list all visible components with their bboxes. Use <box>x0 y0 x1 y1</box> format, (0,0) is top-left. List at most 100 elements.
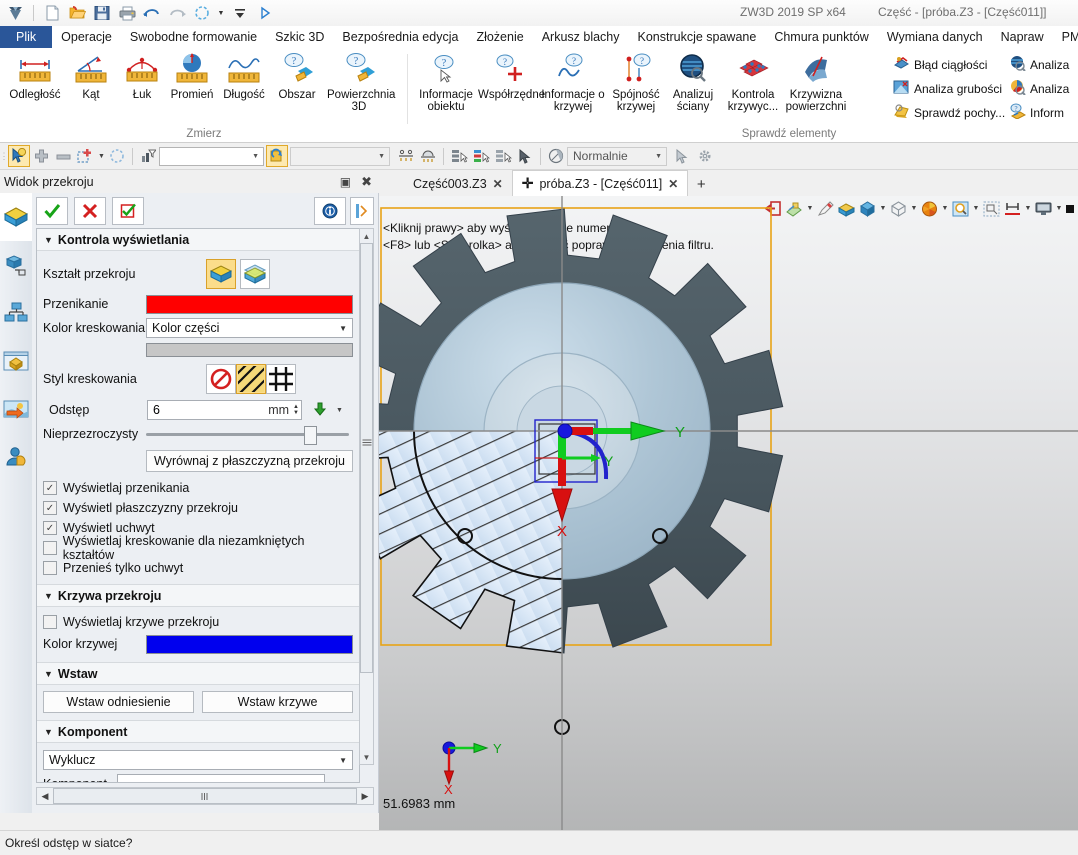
regen-dropdown-icon[interactable]: ▼ <box>216 2 226 24</box>
menu-item-arkusz-blachy[interactable]: Arkusz blachy <box>533 26 629 48</box>
pick-cursor-icon[interactable] <box>671 145 693 167</box>
cursor-icon[interactable] <box>514 145 536 167</box>
menu-item-plik[interactable]: Plik <box>0 26 53 48</box>
ribbon-button-promien[interactable]: Promień <box>163 52 221 124</box>
ok-button[interactable] <box>36 197 68 225</box>
layer-b-icon[interactable] <box>470 145 492 167</box>
scroll-thumb[interactable] <box>360 243 373 673</box>
menu-item-wymiana-danych[interactable]: Wymiana danych <box>878 26 992 48</box>
align-dome-icon[interactable] <box>417 145 439 167</box>
print-icon[interactable] <box>116 2 138 24</box>
add-plus-icon[interactable] <box>30 145 52 167</box>
section-header-wstaw[interactable]: ▼ Wstaw <box>37 662 359 685</box>
3d-viewport[interactable]: ▼ ▼ ▼ ▼ ▼ ▼ ▼ Y Y X Y X 51.6983 mm <box>379 196 1078 831</box>
curve-color-swatch[interactable] <box>146 634 353 654</box>
component-expand-icon[interactable]: ⌄⌄ <box>335 778 353 783</box>
second-combo[interactable]: ▼ <box>290 146 390 166</box>
layer-c-icon[interactable] <box>492 145 514 167</box>
opacity-slider[interactable] <box>146 425 349 445</box>
ribbon-button-spojnosc-krzywej[interactable]: ? Spójność krzywej <box>607 52 665 124</box>
section-header-komponent[interactable]: ▼ Komponent <box>37 720 359 743</box>
checkbox-row-wyswietlaj-krzywe[interactable]: Wyświetlaj krzywe przekroju <box>43 612 353 632</box>
panel-horizontal-scrollbar[interactable]: ◀ ▶ <box>36 787 374 805</box>
rail-user[interactable] <box>0 433 32 481</box>
checkbox-icon[interactable] <box>43 615 57 629</box>
add-region-dropdown-icon[interactable]: ▼ <box>96 145 106 167</box>
spinner-arrows-icon[interactable]: ▲ ▼ <box>293 404 299 416</box>
spacing-import-icon[interactable] <box>313 402 327 419</box>
menu-item-szkic-3d[interactable]: Szkic 3D <box>266 26 333 48</box>
scroll-right-icon[interactable]: ▶ <box>357 788 373 804</box>
ribbon-button-wspolrzedne[interactable]: ? Współrzędne <box>478 52 545 124</box>
checkbox-icon[interactable]: ✓ <box>43 501 57 515</box>
checkbox-icon[interactable] <box>43 561 57 575</box>
apply-button[interactable] <box>112 197 144 225</box>
ribbon-small-analiza-a[interactable]: Analiza <box>1009 53 1069 76</box>
rail-part-preview[interactable] <box>0 337 32 385</box>
settings-gear-icon[interactable] <box>693 145 715 167</box>
section-header-kontrola-wyswietlania[interactable]: ▼ Kontrola wyświetlania <box>37 229 359 251</box>
ribbon-small-sprawdz-pochylenie[interactable]: Sprawdź pochy... <box>893 101 1005 124</box>
checkbox-icon[interactable] <box>43 541 57 555</box>
spacing-input[interactable]: 6 mm ▲ ▼ <box>147 400 302 420</box>
rail-image-export[interactable] <box>0 385 32 433</box>
ribbon-small-informacje[interactable]: ? Inform <box>1009 101 1064 124</box>
menu-item-konstrukcje-spawane[interactable]: Konstrukcje spawane <box>629 26 766 48</box>
scroll-up-icon[interactable]: ▲ <box>360 229 373 243</box>
align-to-section-plane-button[interactable]: Wyrównaj z płaszczyzną przekroju <box>146 450 353 472</box>
hatch-style-diagonal-button[interactable] <box>236 364 266 394</box>
info-button[interactable] <box>314 197 346 225</box>
checkbox-row-wyswietlaj-przenikania[interactable]: ✓ Wyświetlaj przenikania <box>43 478 353 498</box>
toolbar-grip-icon[interactable]: ⋮ <box>0 146 9 166</box>
filter-combo[interactable]: ▼ <box>159 146 264 166</box>
close-icon[interactable]: ✕ <box>493 177 503 191</box>
opacity-slider-knob[interactable] <box>304 425 318 445</box>
regen-icon[interactable] <box>191 2 213 24</box>
zw3d-logo-icon[interactable] <box>4 2 26 24</box>
scroll-down-icon[interactable]: ▼ <box>360 750 373 764</box>
menu-item-zlozenie[interactable]: Złożenie <box>467 26 532 48</box>
insert-reference-button[interactable]: Wstaw odniesienie <box>43 691 194 713</box>
save-icon[interactable] <box>91 2 113 24</box>
redo-icon[interactable] <box>166 2 188 24</box>
add-region-icon[interactable] <box>74 145 96 167</box>
spacing-dropdown-icon[interactable]: ▼ <box>336 407 343 414</box>
new-file-icon[interactable] <box>41 2 63 24</box>
ribbon-small-blad-ciaglosci[interactable]: Błąd ciągłości <box>893 53 987 76</box>
filter-bars-icon[interactable] <box>137 145 159 167</box>
doc-tab-czesc003[interactable]: Część003.Z3 ✕ <box>404 172 512 196</box>
intersect-color-swatch[interactable] <box>146 294 353 314</box>
undo-icon[interactable] <box>141 2 163 24</box>
align-spacing-icon[interactable] <box>395 145 417 167</box>
ribbon-button-obszar[interactable]: ? Obszar <box>268 52 326 124</box>
ribbon-small-analiza-grubosci[interactable]: Analiza grubości <box>893 77 1002 100</box>
section-header-krzywa-przekroju[interactable]: ▼ Krzywa przekroju <box>37 584 359 607</box>
refresh-view-icon[interactable] <box>266 145 288 167</box>
open-folder-icon[interactable] <box>66 2 88 24</box>
close-panel-icon[interactable]: ✖ <box>361 174 372 190</box>
menu-item-chmura-punktow[interactable]: Chmura punktów <box>765 26 878 48</box>
new-tab-button[interactable]: + <box>688 172 714 196</box>
expand-panel-button[interactable] <box>350 197 374 225</box>
hatch-color-combo[interactable]: Kolor części ▼ <box>146 318 353 338</box>
rail-assembly-tree[interactable] <box>0 289 32 337</box>
rail-section-view[interactable] <box>0 193 34 241</box>
remove-minus-icon[interactable] <box>52 145 74 167</box>
menu-item-bezposrednia-edycja[interactable]: Bezpośrednia edycja <box>333 26 467 48</box>
section-shape-solid-button[interactable] <box>206 259 236 289</box>
ribbon-button-kat[interactable]: Kąt <box>62 52 120 124</box>
restore-panel-icon[interactable]: ▣ <box>340 175 351 189</box>
menu-item-operacje[interactable]: Operacje <box>52 26 121 48</box>
run-icon[interactable] <box>254 2 276 24</box>
rail-history-tree[interactable] <box>0 241 32 289</box>
ribbon-button-kontrola-krzywizny[interactable]: Kontrola krzywyc... <box>724 52 782 124</box>
checkbox-icon[interactable]: ✓ <box>43 521 57 535</box>
section-shape-open-button[interactable] <box>240 259 270 289</box>
doc-tab-proba[interactable]: ✛ próba.Z3 - [Część011] ✕ <box>511 170 689 196</box>
pick-filter-icon[interactable] <box>8 145 30 167</box>
component-mode-combo[interactable]: Wyklucz ▼ <box>43 750 353 770</box>
render-mode-combo[interactable]: Normalnie ▼ <box>567 146 667 166</box>
hatch-style-cross-button[interactable] <box>266 364 296 394</box>
menu-item-pmi[interactable]: PMI <box>1053 26 1078 48</box>
ribbon-button-powierzchnia-3d[interactable]: ? Powierzchnia 3D <box>327 52 395 124</box>
